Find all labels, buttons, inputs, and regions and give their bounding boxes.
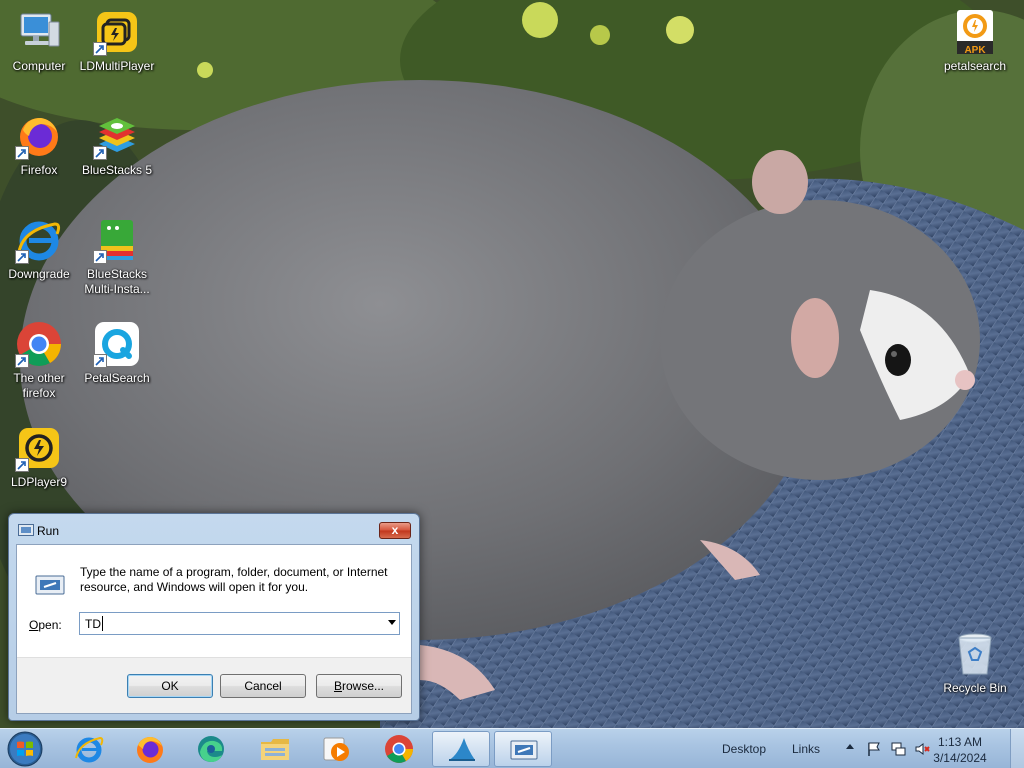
open-label-accel: O — [29, 618, 39, 632]
desktop-icon-label: BlueStacks 5 — [81, 163, 153, 177]
firefox-icon — [15, 112, 63, 160]
browse-button[interactable]: Browse... — [316, 674, 402, 698]
taskbar: Desktop Links 1:13 AM 3/14/2024 — [0, 728, 1024, 768]
taskbar-media-player[interactable] — [307, 731, 365, 767]
taskbar-run[interactable] — [494, 731, 552, 767]
ok-button[interactable]: OK — [127, 674, 213, 698]
internet-explorer-icon — [15, 216, 63, 264]
shortcut-arrow-icon — [15, 146, 29, 160]
desktop-icon-recycle-bin[interactable]: Recycle Bin — [936, 630, 1014, 696]
clock-time: 1:13 AM — [937, 735, 983, 749]
open-combobox[interactable]: TD — [79, 612, 400, 635]
computer-icon — [15, 8, 63, 56]
desktop-icon-the-other-firefox[interactable]: The other firefox — [0, 320, 78, 401]
run-dialog-title: Run — [37, 524, 60, 538]
shark-fin-icon — [449, 738, 475, 761]
run-dialog-body: Type the name of a program, folder, docu… — [16, 544, 412, 714]
run-description: Type the name of a program, folder, docu… — [80, 565, 388, 594]
text-caret — [102, 616, 103, 631]
chrome-icon — [385, 735, 413, 763]
desktop-icon-label: Downgrade — [8, 267, 70, 281]
desktop-icon-bluestacks-multi-instance[interactable]: BlueStacks Multi-Insta... — [78, 216, 156, 297]
desktop-icon-petalsearch[interactable]: PetalSearch — [78, 320, 156, 386]
dropdown-arrow-icon[interactable] — [388, 620, 396, 625]
cancel-button[interactable]: Cancel — [220, 674, 306, 698]
firefox-icon — [137, 737, 163, 763]
run-program-icon — [35, 575, 65, 595]
folder-icon — [261, 739, 289, 760]
open-label-rest: pen: — [38, 618, 62, 632]
desktop-icon-label: LDPlayer9 — [10, 475, 68, 489]
desktop-icon-label: Firefox — [20, 163, 58, 177]
run-icon — [510, 740, 538, 760]
desktop-icon-bluestacks-5[interactable]: BlueStacks 5 — [78, 112, 156, 178]
volume-muted-icon[interactable] — [914, 741, 930, 757]
desktop-icon-label: BlueStacks Multi-Insta... — [84, 267, 150, 296]
shortcut-arrow-icon — [93, 146, 107, 160]
chrome-icon — [15, 320, 63, 368]
edge-icon — [198, 736, 224, 762]
clock-date: 3/14/2024 — [933, 751, 987, 765]
shortcut-arrow-icon — [93, 250, 107, 264]
toolbar-links[interactable]: Links — [792, 742, 820, 756]
shortcut-arrow-icon — [15, 354, 29, 368]
browse-accel: B — [333, 679, 342, 693]
show-desktop-button[interactable] — [1010, 729, 1024, 768]
system-clock[interactable]: 1:13 AM 3/14/2024 — [930, 734, 990, 766]
desktop-icon-firefox[interactable]: Firefox — [0, 112, 78, 178]
internet-explorer-icon — [75, 736, 104, 763]
desktop-icon-label: Recycle Bin — [943, 681, 1007, 695]
apk-file-icon: APK — [951, 8, 999, 56]
taskbar-edge[interactable] — [182, 731, 240, 767]
apk-badge: APK — [964, 45, 986, 56]
desktop-icon-computer[interactable]: Computer — [0, 8, 78, 74]
desktop-icon-label: LDMultiPlayer — [79, 59, 155, 73]
desktop-icon-label: Computer — [12, 59, 66, 73]
petalsearch-icon — [93, 320, 141, 368]
taskbar-firefox[interactable] — [121, 731, 179, 767]
media-player-icon — [323, 737, 349, 761]
taskbar-file-explorer[interactable] — [246, 731, 304, 767]
desktop-icon-label: petalsearch — [943, 59, 1007, 73]
recycle-bin-icon — [951, 630, 999, 678]
bluestacks-icon — [93, 112, 141, 160]
run-icon — [18, 524, 34, 536]
ldmultiplayer-icon — [93, 8, 141, 56]
ldplayer-icon — [15, 424, 63, 472]
open-label: Open: — [29, 618, 62, 632]
shortcut-arrow-icon — [93, 42, 107, 56]
action-center-flag-icon[interactable] — [866, 741, 882, 757]
show-hidden-icons-chevron-icon[interactable] — [846, 744, 854, 749]
desktop-icon-label: The other firefox — [13, 371, 65, 400]
open-input[interactable]: TD — [85, 617, 101, 631]
toolbar-desktop[interactable]: Desktop — [722, 742, 766, 756]
taskbar-chrome[interactable] — [370, 731, 428, 767]
desktop-icon-downgrade[interactable]: Downgrade — [0, 216, 78, 282]
run-dialog: Run x Type the name of a program, folder… — [8, 513, 420, 721]
network-icon[interactable] — [890, 741, 906, 757]
close-button[interactable]: x — [379, 522, 411, 539]
desktop-icon-ldmultiplayer[interactable]: LDMultiPlayer — [78, 8, 156, 74]
bluestacks-multi-instance-icon — [93, 216, 141, 264]
taskbar-internet-explorer[interactable] — [60, 731, 118, 767]
desktop-icon-ldplayer9[interactable]: LDPlayer9 — [0, 424, 78, 490]
taskbar-shark-app[interactable] — [432, 731, 490, 767]
shortcut-arrow-icon — [15, 458, 29, 472]
start-button[interactable] — [6, 730, 44, 768]
desktop-icon-petalsearch-apk[interactable]: APK petalsearch — [936, 8, 1014, 74]
shortcut-arrow-icon — [15, 250, 29, 264]
shortcut-arrow-icon — [93, 354, 107, 368]
browse-rest: rowse... — [342, 679, 385, 693]
desktop-icon-label: PetalSearch — [84, 371, 150, 385]
